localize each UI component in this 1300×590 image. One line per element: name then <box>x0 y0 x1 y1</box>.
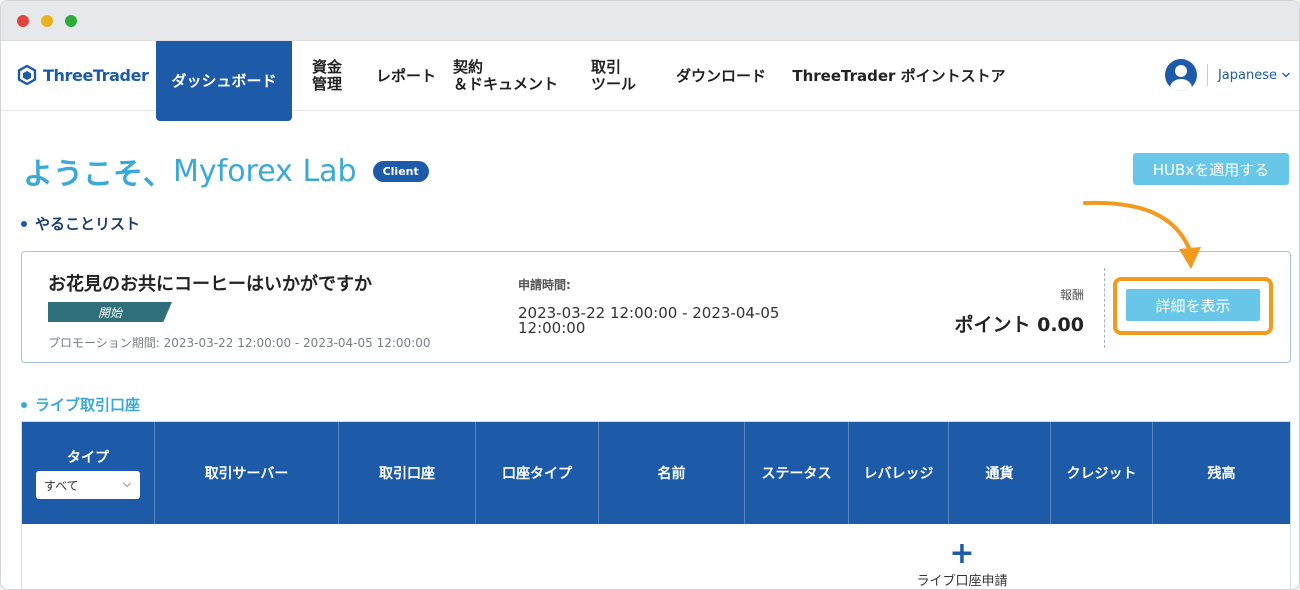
request-time-value: 2023-03-22 12:00:00 - 2023-04-05 12:00:0… <box>518 304 780 337</box>
client-badge: Client <box>372 160 429 182</box>
promotion-period-value: 2023-03-22 12:00:00 - 2023-04-05 12:00:0… <box>163 336 431 350</box>
window-titlebar <box>1 1 1299 41</box>
bullet-icon <box>21 401 27 408</box>
column-name[interactable]: 名前 <box>599 422 745 524</box>
column-status-label: ステータス <box>761 466 832 482</box>
browser-window: ThreeTrader ダッシュボード 資金 管理 レポート 契約 ＆ドキュメン… <box>0 0 1300 590</box>
nav-funds-label-1: 資金 <box>311 58 342 76</box>
nav-tools-label-2: ツール <box>591 75 637 93</box>
column-account[interactable]: 取引口座 <box>339 422 476 524</box>
nav-download[interactable]: ダウンロード <box>665 41 777 111</box>
nav-contracts-label-2: ＆ドキュメント <box>453 75 559 93</box>
table-header: タイプ すべて 取引サーバー 取引口座 口座タイプ 名前 ステータス レバレッジ… <box>22 422 1290 524</box>
user-avatar-icon[interactable] <box>1164 59 1197 91</box>
nav-reports[interactable]: レポート <box>365 41 447 111</box>
column-server[interactable]: 取引サーバー <box>155 422 339 524</box>
promotion-status-tag: 開始 <box>48 302 172 322</box>
minimize-window-button[interactable] <box>41 15 53 27</box>
add-live-account-button[interactable]: + ライブ口座申請 <box>902 536 1022 590</box>
type-filter-value: すべて <box>44 478 79 493</box>
promotion-period-label: プロモーション期間: <box>48 336 160 350</box>
add-live-account-label: ライブ口座申請 <box>916 574 1008 589</box>
column-account-label: 取引口座 <box>379 466 435 482</box>
dashed-divider <box>1104 268 1105 348</box>
welcome-heading: ようこそ、 Myforex Lab Client <box>23 149 429 193</box>
language-label: Japanese <box>1217 67 1277 83</box>
promotion-title: お花見のお共にコーヒーはいかがですか <box>48 274 372 295</box>
chevron-down-icon <box>123 482 131 488</box>
user-area: Japanese <box>1164 59 1291 91</box>
column-leverage[interactable]: レバレッジ <box>849 422 949 524</box>
live-accounts-title: ライブ取引口座 <box>21 394 140 415</box>
column-balance[interactable]: 残高 <box>1153 422 1290 524</box>
bullet-icon <box>21 220 27 227</box>
annotation-arrow-icon <box>1083 200 1201 269</box>
column-balance-label: 残高 <box>1207 466 1236 482</box>
type-filter-select[interactable]: すべて <box>36 471 140 499</box>
maximize-window-button[interactable] <box>65 15 77 27</box>
todo-list-title-text: やることリスト <box>35 215 141 233</box>
todo-list-title: やることリスト <box>21 213 140 234</box>
chevron-down-icon <box>1282 72 1290 78</box>
nav-point-store-label: ThreeTrader ポイントストア <box>792 66 1006 85</box>
reward-label: 報酬 <box>1059 288 1084 302</box>
nav-point-store[interactable]: ThreeTrader ポイントストア <box>783 41 1015 111</box>
nav-funds[interactable]: 資金 管理 <box>297 41 357 111</box>
plus-icon: + <box>949 536 975 571</box>
column-type: タイプ すべて <box>22 422 155 524</box>
column-credit-label: クレジット <box>1066 466 1137 482</box>
welcome-greeting: ようこそ、 <box>23 157 173 192</box>
column-account-type-label: 口座タイプ <box>502 466 572 482</box>
column-type-label: タイプ <box>67 450 109 466</box>
column-name-label: 名前 <box>657 466 686 482</box>
nav-tools-label-1: 取引 <box>591 58 622 76</box>
nav-trading-tools[interactable]: 取引 ツール <box>591 41 655 111</box>
apply-hubx-button[interactable]: HUBxを適用する <box>1133 153 1289 185</box>
column-server-label: 取引サーバー <box>204 466 289 482</box>
nav-dashboard-label: ダッシュボード <box>171 71 277 90</box>
column-currency-label: 通貨 <box>985 466 1014 482</box>
column-currency[interactable]: 通貨 <box>949 422 1051 524</box>
welcome-username: Myforex Lab <box>173 153 357 189</box>
request-time-label: 申請時間: <box>518 278 571 292</box>
logo-text: ThreeTrader <box>43 65 149 85</box>
live-accounts-table: タイプ すべて 取引サーバー 取引口座 口座タイプ 名前 ステータス レバレッジ… <box>21 421 1291 590</box>
nav-download-label: ダウンロード <box>675 66 766 85</box>
live-accounts-title-text: ライブ取引口座 <box>35 396 141 414</box>
nav-contracts-documents[interactable]: 契約 ＆ドキュメント <box>453 41 587 111</box>
nav-funds-label-2: 管理 <box>311 75 342 93</box>
language-selector[interactable]: Japanese <box>1218 68 1291 83</box>
column-credit[interactable]: クレジット <box>1051 422 1153 524</box>
column-status[interactable]: ステータス <box>745 422 849 524</box>
column-leverage-label: レバレッジ <box>863 466 934 482</box>
reward-value: ポイント 0.00 <box>954 314 1085 336</box>
nav-contracts-label-1: 契約 <box>453 58 484 76</box>
threetrader-logo[interactable]: ThreeTrader <box>17 65 149 85</box>
promotion-period: プロモーション期間: 2023-03-22 12:00:00 - 2023-04… <box>48 334 431 351</box>
nav-reports-label: レポート <box>375 66 436 85</box>
column-account-type[interactable]: 口座タイプ <box>476 422 599 524</box>
top-navigation-bar: ThreeTrader ダッシュボード 資金 管理 レポート 契約 ＆ドキュメン… <box>1 41 1299 121</box>
close-window-button[interactable] <box>17 15 29 27</box>
threetrader-logo-icon <box>17 65 37 85</box>
highlight-box <box>1113 277 1273 335</box>
divider <box>1206 64 1208 86</box>
nav-dashboard[interactable]: ダッシュボード <box>156 41 292 121</box>
